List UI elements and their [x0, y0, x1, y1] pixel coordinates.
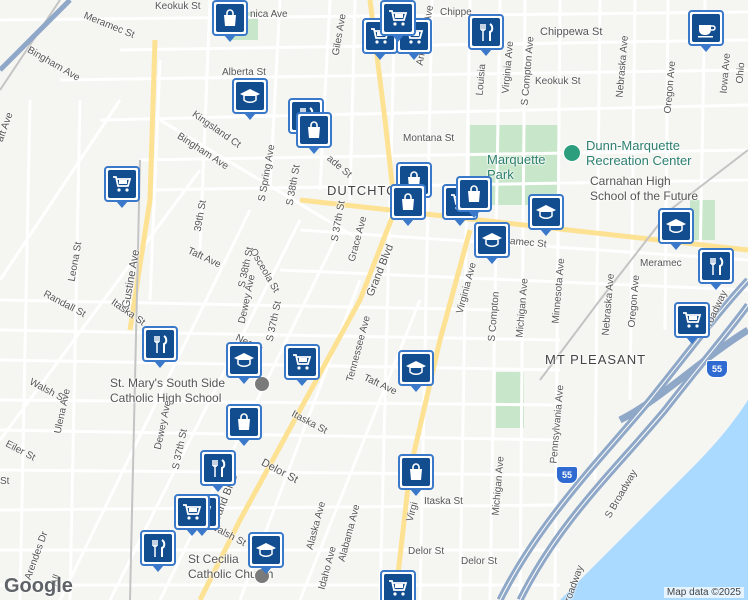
- bag-icon: [460, 180, 488, 208]
- fork-icon: [472, 18, 500, 46]
- restaurant-pin[interactable]: [142, 326, 178, 368]
- grocery-pin[interactable]: [380, 570, 416, 600]
- cart-icon: [178, 498, 206, 526]
- park-marker-icon[interactable]: [563, 144, 581, 162]
- street-label: Keokuk St: [155, 1, 201, 12]
- restaurant-pin[interactable]: [468, 14, 504, 56]
- shopping-pin[interactable]: [226, 404, 262, 446]
- street-label: Chippewa St: [540, 26, 603, 38]
- church-marker-icon[interactable]: [254, 376, 270, 392]
- restaurant-pin[interactable]: [200, 450, 236, 492]
- shopping-pin[interactable]: [212, 0, 248, 42]
- cap-icon: [236, 82, 264, 110]
- street-label: Itaska St: [424, 496, 463, 507]
- neighborhood-label-dutchtown: DUTCHTO: [327, 183, 398, 198]
- poi-label-marquette-park[interactable]: Marquette Park: [487, 152, 546, 182]
- bag-icon: [216, 4, 244, 32]
- street-label: Ohio: [734, 61, 748, 84]
- shopping-pin[interactable]: [296, 112, 332, 154]
- street-label: nica Ave: [250, 9, 288, 20]
- grocery-pin[interactable]: [104, 166, 140, 208]
- shopping-pin[interactable]: [398, 454, 434, 496]
- bag-icon: [230, 408, 258, 436]
- cafe-pin[interactable]: [688, 10, 724, 52]
- google-logo: Google: [4, 575, 73, 597]
- school-pin[interactable]: [528, 194, 564, 236]
- cart-icon: [384, 4, 412, 32]
- fork-icon: [146, 330, 174, 358]
- school-pin[interactable]: [658, 208, 694, 250]
- shopping-pin[interactable]: [456, 176, 492, 218]
- poi-label-carnahan-school[interactable]: Carnahan High School of the Future: [590, 174, 698, 204]
- map-canvas[interactable]: DUTCHTO MT PLEASANT Dunn-Marquette Recre…: [0, 0, 748, 600]
- bag-icon: [402, 458, 430, 486]
- cap-icon: [230, 346, 258, 374]
- cup-icon: [692, 14, 720, 42]
- street-label: Meramec: [640, 258, 682, 269]
- fork-icon: [204, 454, 232, 482]
- cart-icon: [288, 348, 316, 376]
- street-label: Delor St: [461, 556, 498, 567]
- school-pin[interactable]: [474, 222, 510, 264]
- street-label: Delor St: [408, 546, 445, 557]
- street-label: Montana St: [403, 133, 455, 144]
- cart-icon: [678, 306, 706, 334]
- bag-icon: [394, 188, 422, 216]
- neighborhood-label-mt-pleasant: MT PLEASANT: [545, 352, 647, 367]
- interstate-55-shield: 55: [556, 466, 578, 484]
- poi-label-dunn-marquette[interactable]: Dunn-Marquette Recreation Center: [586, 138, 692, 168]
- school-pin[interactable]: [248, 532, 284, 574]
- school-pin[interactable]: [226, 342, 262, 384]
- grocery-pin[interactable]: [674, 302, 710, 344]
- school-pin[interactable]: [398, 350, 434, 392]
- cart-icon: [384, 574, 412, 600]
- grocery-pin[interactable]: [174, 494, 210, 536]
- grocery-pin[interactable]: [284, 344, 320, 386]
- fork-icon: [144, 534, 172, 562]
- restaurant-pin[interactable]: [140, 530, 176, 572]
- street-label: Keokuk St: [535, 76, 581, 87]
- grocery-pin[interactable]: [380, 0, 416, 42]
- cap-icon: [532, 198, 560, 226]
- map-attribution[interactable]: Map data ©2025: [663, 587, 744, 598]
- cap-icon: [662, 212, 690, 240]
- cart-icon: [108, 170, 136, 198]
- bag-icon: [300, 116, 328, 144]
- restaurant-pin[interactable]: [698, 248, 734, 290]
- cap-icon: [402, 354, 430, 382]
- cap-icon: [252, 536, 280, 564]
- street-label: Chippe: [440, 7, 472, 18]
- shopping-pin[interactable]: [390, 184, 426, 226]
- street-label: Alberta St: [222, 67, 266, 78]
- school-pin[interactable]: [232, 78, 268, 120]
- cap-icon: [478, 226, 506, 254]
- fork-icon: [702, 252, 730, 280]
- interstate-55-shield: 55: [706, 360, 728, 378]
- street-label: St: [0, 476, 10, 487]
